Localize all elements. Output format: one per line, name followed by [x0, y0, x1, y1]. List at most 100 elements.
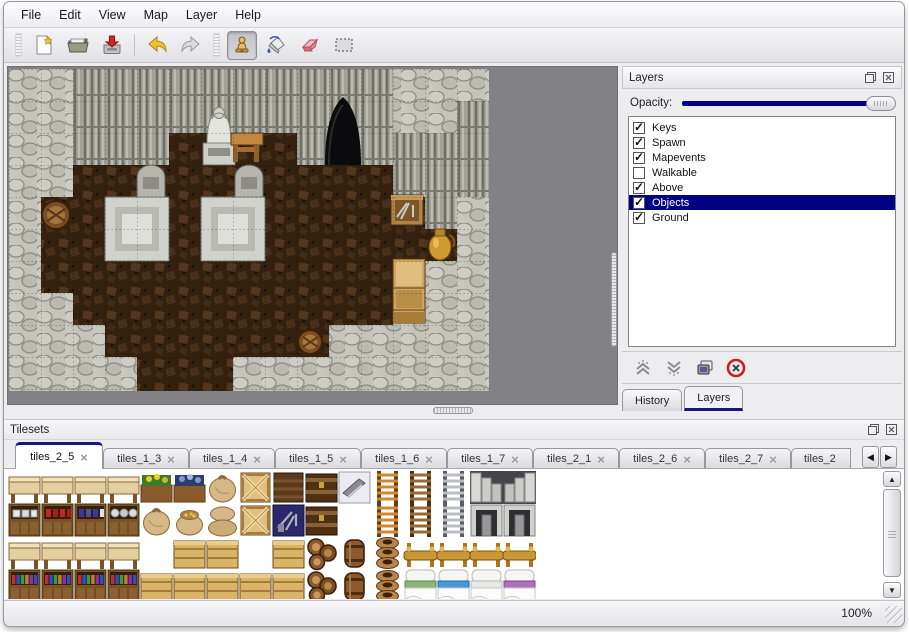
layer-checkbox[interactable]	[633, 167, 645, 179]
scrollbar-thumb[interactable]	[883, 489, 901, 577]
layer-checkbox[interactable]: ✓	[633, 212, 645, 224]
close-tab-icon[interactable]: ×	[511, 452, 519, 467]
select-tool-button[interactable]	[329, 31, 359, 60]
close-panel-icon[interactable]	[885, 423, 898, 436]
close-panel-icon[interactable]	[882, 71, 895, 84]
delete-layer-button[interactable]	[723, 356, 749, 380]
tab-layers[interactable]: Layers	[684, 386, 743, 411]
layer-checkbox[interactable]: ✓	[633, 152, 645, 164]
float-panel-icon[interactable]	[864, 71, 877, 84]
delete-red-x-icon	[726, 358, 746, 378]
layer-actions-toolbar	[622, 351, 902, 384]
opacity-slider-track	[682, 101, 890, 106]
layer-checkbox[interactable]: ✓	[633, 137, 645, 149]
close-tab-icon[interactable]: ×	[167, 452, 175, 467]
redo-button[interactable]	[176, 31, 206, 60]
layer-row-ground[interactable]: ✓ Ground	[629, 210, 895, 225]
map-horizontal-scrollbar[interactable]	[433, 407, 473, 414]
new-file-button[interactable]	[29, 31, 59, 60]
toolbar	[4, 28, 904, 63]
layer-row-mapevents[interactable]: ✓ Mapevents	[629, 150, 895, 165]
menu-view[interactable]: View	[90, 4, 135, 26]
tileset-tab-tiles_1_6[interactable]: tiles_1_6×	[361, 448, 447, 469]
close-tab-icon[interactable]: ×	[769, 452, 777, 467]
scroll-up-button[interactable]: ▲	[883, 471, 901, 487]
opacity-slider-handle[interactable]	[866, 96, 896, 111]
close-tab-icon[interactable]: ×	[683, 452, 691, 467]
menu-bar: File Edit View Map Layer Help	[4, 2, 904, 28]
tileset-tab-tiles_1_4[interactable]: tiles_1_4×	[189, 448, 275, 469]
close-tab-icon[interactable]: ×	[339, 452, 347, 467]
tileset-tab-tiles_2_1[interactable]: tiles_2_1×	[533, 448, 619, 469]
layer-checkbox[interactable]: ✓	[633, 197, 645, 209]
layer-row-spawn[interactable]: ✓ Spawn	[629, 135, 895, 150]
menu-layer[interactable]: Layer	[177, 4, 226, 26]
layer-row-objects[interactable]: ✓ Objects	[629, 195, 895, 210]
toolbar-drag-handle[interactable]	[213, 33, 220, 57]
resize-grip-icon[interactable]	[885, 606, 902, 623]
fill-tool-button[interactable]	[261, 31, 291, 60]
tileset-tab-tiles_1_3[interactable]: tiles_1_3×	[103, 448, 189, 469]
open-folder-icon	[66, 33, 90, 57]
copy-icon	[695, 358, 715, 378]
menu-map[interactable]: Map	[135, 4, 177, 26]
save-button[interactable]	[97, 31, 127, 60]
layer-list: ✓ Keys ✓ Spawn ✓ Mapevents Walkable ✓ Ab…	[628, 116, 896, 347]
tileset-tab-tiles_2_7[interactable]: tiles_2_7×	[705, 448, 791, 469]
open-file-button[interactable]	[63, 31, 93, 60]
tileset-tabs: tiles_2_5× tiles_1_3× tiles_1_4× tiles_1…	[15, 442, 851, 469]
duplicate-layer-button[interactable]	[692, 356, 718, 380]
layer-row-walkable[interactable]: Walkable	[629, 165, 895, 180]
layer-checkbox[interactable]: ✓	[633, 182, 645, 194]
tileset-tab-tiles_1_7[interactable]: tiles_1_7×	[447, 448, 533, 469]
layer-name: Spawn	[652, 137, 686, 149]
tileset-tab-tiles_2_6[interactable]: tiles_2_6×	[619, 448, 705, 469]
new-file-icon	[32, 33, 56, 57]
eraser-tool-button[interactable]	[295, 31, 325, 60]
layer-checkbox[interactable]: ✓	[633, 122, 645, 134]
menu-edit[interactable]: Edit	[50, 4, 90, 26]
layer-row-keys[interactable]: ✓ Keys	[629, 120, 895, 135]
tileset-vertical-scrollbar: ▲ ▼	[883, 471, 901, 598]
map-canvas[interactable]	[9, 69, 489, 391]
close-tab-icon[interactable]: ×	[597, 452, 605, 467]
map-viewport[interactable]	[7, 66, 618, 405]
move-layer-up-button[interactable]	[630, 356, 656, 380]
close-tab-icon[interactable]: ×	[425, 452, 433, 467]
tileset-tab-tiles_1_5[interactable]: tiles_1_5×	[275, 448, 361, 469]
stamp-tool-button[interactable]	[227, 31, 257, 60]
chevron-down-icon	[664, 358, 684, 378]
scroll-down-button[interactable]: ▼	[883, 582, 901, 598]
map-vertical-scrollbar[interactable]	[611, 252, 617, 347]
stamp-tool-icon	[230, 33, 254, 57]
layer-name: Ground	[652, 212, 689, 224]
menu-file[interactable]: File	[12, 4, 50, 26]
map-horizontal-scroll-lane	[7, 406, 618, 416]
chevron-up-icon	[633, 358, 653, 378]
tileset-tab-tiles_2_5[interactable]: tiles_2_5×	[15, 442, 103, 469]
undo-arrow-icon	[145, 33, 169, 57]
layers-panel-titlebar: Layers	[622, 66, 902, 89]
rect-select-icon	[332, 33, 356, 57]
move-layer-down-button[interactable]	[661, 356, 687, 380]
tileset-content[interactable]: ▲ ▼	[4, 468, 904, 599]
close-tab-icon[interactable]: ×	[80, 450, 88, 465]
undo-button[interactable]	[142, 31, 172, 60]
layer-name: Keys	[652, 122, 676, 134]
tab-history[interactable]: History	[622, 389, 682, 411]
tab-scroll-right-button[interactable]: ▶	[880, 446, 897, 468]
redo-arrow-icon	[179, 33, 203, 57]
toolbar-drag-handle[interactable]	[15, 33, 22, 57]
opacity-row: Opacity:	[622, 92, 902, 114]
tileset-tiles[interactable]	[8, 471, 536, 599]
close-tab-icon[interactable]: ×	[253, 452, 261, 467]
tab-scroll-left-button[interactable]: ◀	[862, 446, 879, 468]
menu-help[interactable]: Help	[226, 4, 270, 26]
layer-name: Above	[652, 182, 683, 194]
opacity-slider[interactable]	[682, 95, 896, 111]
layer-row-above[interactable]: ✓ Above	[629, 180, 895, 195]
layer-name: Mapevents	[652, 152, 706, 164]
tileset-tab-clipped[interactable]: tiles_2	[791, 448, 851, 469]
float-panel-icon[interactable]	[867, 423, 880, 436]
app-window: File Edit View Map Layer Help	[0, 0, 909, 632]
